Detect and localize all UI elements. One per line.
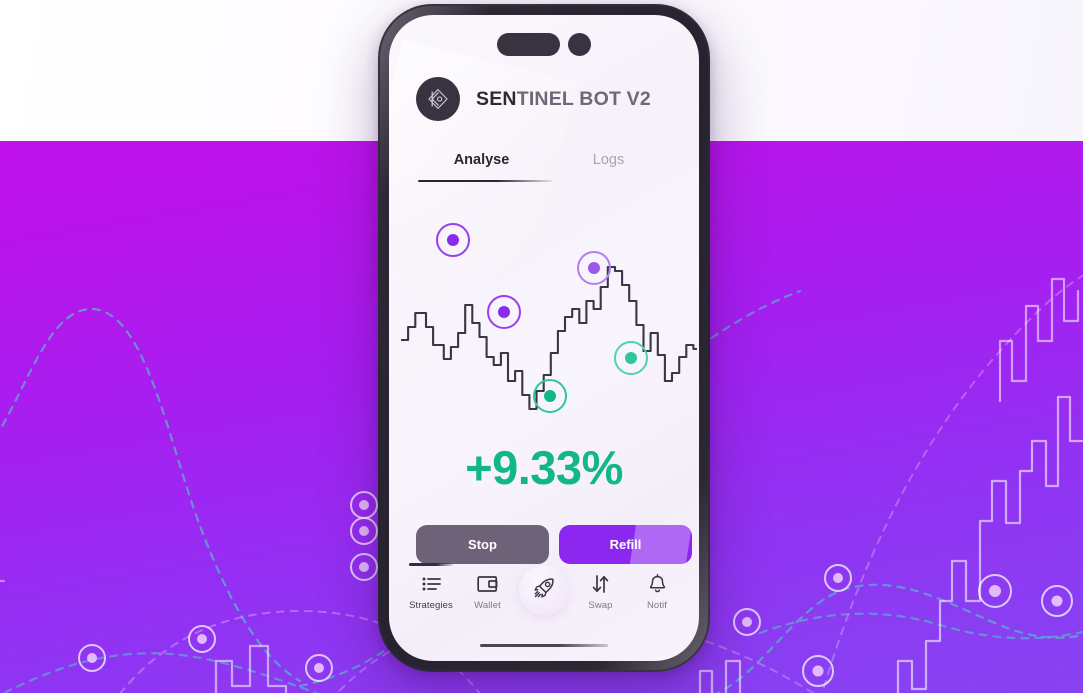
chart-marker-sell-signal-2[interactable] [625,352,637,364]
brand-title-prefix: SEN [476,87,517,110]
page-title: SENTINEL BOT V2 [476,88,651,111]
performance-chart [399,205,699,425]
phone-mockup: SENTINEL BOT V2 Analyse Logs +9.33% Stop… [378,4,710,672]
hexagon-monogram-icon [416,77,460,121]
stop-button[interactable]: Stop [416,525,549,564]
nav-label-wallet: Wallet [474,600,501,611]
nav-item-wallet[interactable]: Wallet [462,563,514,611]
chart-markers [436,223,648,413]
wallet-icon [477,573,498,594]
bottom-navigation: Strategies Wallet Swap Notif [389,563,699,625]
nav-center-slot [518,563,570,615]
launch-fab-button[interactable] [519,565,569,615]
rocket-icon [532,576,556,605]
chart-marker-buy-signal-2[interactable] [498,306,510,318]
nav-label-swap: Swap [588,600,613,611]
chart-marker-buy-signal-3[interactable] [588,262,600,274]
list-bullet-icon [422,573,441,594]
tab-logs[interactable]: Logs [545,152,672,182]
bell-icon [648,573,667,594]
nav-item-strategies[interactable]: Strategies [405,563,457,611]
nav-item-notif[interactable]: Notif [631,563,683,611]
chart-line [399,265,699,411]
refill-button-label: Refill [609,537,642,552]
stop-button-label: Stop [468,537,497,552]
tab-analyse[interactable]: Analyse [418,152,553,182]
island-camera-dot [568,33,591,56]
refill-button[interactable]: Refill [559,525,692,564]
screenshot-stage: SENTINEL BOT V2 Analyse Logs +9.33% Stop… [0,0,1083,693]
nav-label-notif: Notif [646,600,668,611]
home-indicator [480,643,608,647]
performance-value: +9.33% [465,441,623,494]
action-button-row: Stop Refill [416,525,692,564]
nav-item-swap[interactable]: Swap [575,563,627,611]
phone-screen: SENTINEL BOT V2 Analyse Logs +9.33% Stop… [389,15,699,661]
brand-title-suffix: TINEL BOT V2 [516,87,651,110]
tab-bar: Analyse Logs [418,152,672,182]
chart-marker-buy-signal-1[interactable] [447,234,459,246]
swap-arrows-icon [591,573,610,594]
nav-label-strategies: Strategies [409,600,453,611]
chart-marker-sell-signal-1[interactable] [544,390,556,402]
dynamic-island [497,33,591,56]
island-pill [497,33,560,56]
app-header: SENTINEL BOT V2 [416,77,651,121]
